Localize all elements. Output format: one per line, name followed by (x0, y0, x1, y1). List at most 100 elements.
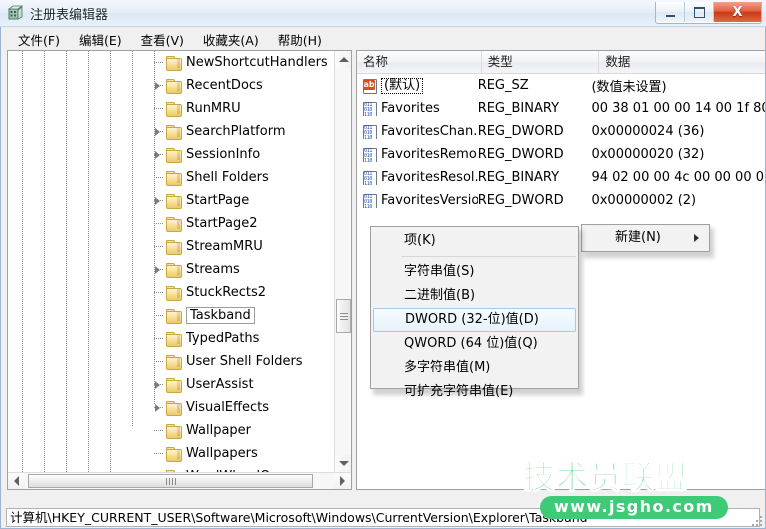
chevron-right-icon (155, 380, 160, 389)
close-button[interactable]: X (714, 2, 761, 22)
column-header-data[interactable]: 数据 (599, 51, 765, 73)
tree-item-user-shell-folders[interactable]: User Shell Folders (8, 350, 335, 373)
tree-scroll-left-button[interactable] (8, 473, 25, 489)
value-name-cell: 011010110 FavoritesRemo... (357, 147, 478, 162)
tree-item-newshortcuthandlers[interactable]: NewShortcutHandlers (8, 51, 335, 74)
minimize-button[interactable] (656, 2, 685, 22)
tree-horizontal-scrollbar[interactable] (8, 472, 351, 489)
tree-item-streams[interactable]: Streams (8, 258, 335, 281)
resize-grip-icon[interactable] (750, 514, 762, 526)
maximize-icon (693, 6, 705, 18)
table-row[interactable]: 011 010 110 FavoritesVersion REG_DWORD 0x0000… (357, 189, 765, 212)
table-row[interactable]: 011 010 110 Favorites REG_BINARY 00 38 01 00 … (357, 97, 765, 120)
tree-item-label: Streams (186, 262, 240, 277)
table-row[interactable]: 011 010 110 FavoritesChan... REG_DWORD 0x0000… (357, 120, 765, 143)
menu-edit[interactable]: 编辑(E) (70, 28, 132, 51)
submenu-item-4[interactable]: DWORD (32-位)值(D) (373, 308, 576, 332)
tree-item-recentdocs[interactable]: RecentDocs (8, 74, 335, 97)
tree-hscroll-thumb[interactable] (28, 474, 313, 488)
expand-toggle[interactable] (150, 120, 165, 143)
folder-icon (165, 216, 182, 232)
submenu-item-label: 字符串值(S) (404, 264, 475, 279)
menu-bar: 文件(F) 编辑(E) 查看(V) 收藏夹(A) 帮助(H) (1, 28, 765, 50)
value-name-cell: 011 010 110 FavoritesResol... (357, 170, 478, 185)
table-row[interactable]: 011 010 110 FavoritesResol... REG_BINARY 94 0… (357, 166, 765, 189)
tree-item-typedpaths[interactable]: TypedPaths (8, 327, 335, 350)
tree-item-label: Taskband (186, 307, 255, 324)
submenu-item-2[interactable]: 字符串值(S) (371, 260, 578, 284)
folder-icon (165, 400, 182, 416)
submenu-item-5[interactable]: QWORD (64 位)值(Q) (371, 332, 578, 356)
menu-file[interactable]: 文件(F) (9, 28, 70, 51)
tree-item-streammru[interactable]: StreamMRU (8, 235, 335, 258)
menu-help[interactable]: 帮助(H) (269, 28, 332, 51)
value-name-label: (默认) (381, 77, 424, 94)
chevron-right-icon (155, 403, 160, 412)
expand-toggle[interactable] (150, 143, 165, 166)
maximize-button[interactable] (685, 2, 714, 22)
value-type-cell: REG_DWORD (477, 124, 564, 139)
value-data-cell: (数值未设置) (591, 80, 667, 95)
tree-item-label: RunMRU (186, 101, 241, 116)
submenu-item-label: 二进制值(B) (404, 288, 476, 303)
submenu-item-3[interactable]: 二进制值(B) (371, 284, 578, 308)
expand-toggle[interactable] (150, 189, 165, 212)
tree-item-label: VisualEffects (186, 400, 269, 415)
tree-item-searchplatform[interactable]: SearchPlatform (8, 120, 335, 143)
tree-item-visualeffects[interactable]: VisualEffects (8, 396, 335, 419)
submenu-item-1[interactable]: 项(K) (371, 229, 578, 253)
value-name-cell: 011 010 110 FavoritesChan... (357, 124, 478, 139)
tree-scroll-down-button[interactable] (335, 455, 351, 472)
tree-item-sessioninfo[interactable]: SessionInfo (8, 143, 335, 166)
tree-scroll-right-button[interactable] (334, 473, 351, 489)
tree-item-userassist[interactable]: UserAssist (8, 373, 335, 396)
tree-item-label: TypedPaths (186, 331, 260, 346)
expand-toggle[interactable] (150, 74, 165, 97)
binary-value-icon: 011 010 110 (362, 170, 377, 185)
tree-scroll-thumb[interactable] (336, 299, 351, 333)
menu-favorites[interactable]: 收藏夹(A) (194, 28, 269, 51)
menu-view[interactable]: 查看(V) (132, 28, 194, 51)
tree-item-startpage[interactable]: StartPage (8, 189, 335, 212)
tree-item-label: RecentDocs (186, 78, 263, 93)
tree-item-shell-folders[interactable]: Shell Folders (8, 166, 335, 189)
submenu-item-label: DWORD (32-位)值(D) (405, 312, 539, 327)
registry-tree-pane[interactable]: NewShortcutHandlers RecentDocs RunMRU Searc… (7, 50, 352, 490)
submenu-arrow-icon (694, 234, 699, 242)
submenu-item-6[interactable]: 多字符串值(M) (371, 356, 578, 380)
table-row[interactable]: 011010110 FavoritesRemo...REG_DWORD 0x0000… (357, 143, 765, 166)
menu-separator (401, 256, 576, 257)
submenu-item-7[interactable]: 可扩充字符串值(E) (371, 380, 578, 404)
folder-icon (165, 239, 182, 255)
context-menu-item-new[interactable]: 新建(N) (582, 227, 709, 249)
tree-item-taskband[interactable]: Taskband (8, 304, 335, 327)
folder-icon (165, 170, 182, 186)
expand-toggle[interactable] (150, 396, 165, 419)
column-header-name[interactable]: 名称 (357, 51, 482, 73)
submenu-item-list: 项(K) 字符串值(S) 二进制值(B) DWORD (32-位)值(D) QWORD … (371, 229, 578, 404)
table-row[interactable]: ab (默认) REG_SZ (数值未设置) (357, 74, 765, 97)
tree-item-wallpaper[interactable]: Wallpaper (8, 419, 335, 442)
expand-toggle[interactable] (150, 373, 165, 396)
tree-vertical-scrollbar[interactable] (334, 51, 351, 472)
column-header-type[interactable]: 类型 (482, 51, 600, 73)
tree-item-startpage2[interactable]: StartPage2 (8, 212, 335, 235)
tree-item-wallpapers[interactable]: Wallpapers (8, 442, 335, 465)
value-name-cell: 011 010 110 Favorites (357, 101, 478, 116)
value-type-cell: REG_DWORD (477, 147, 564, 162)
tree-item-wordwheelquery[interactable]: WordWheelQuery (8, 465, 335, 472)
tree-scroll-up-button[interactable] (335, 51, 351, 68)
expand-toggle[interactable] (150, 258, 165, 281)
window-title: 注册表编辑器 (30, 8, 109, 23)
tree-item-stuckrects2[interactable]: StuckRects2 (8, 281, 335, 304)
chevron-right-icon (155, 150, 160, 159)
title-bar[interactable]: 注册表编辑器 X (0, 0, 766, 27)
tree-item-runmru[interactable]: RunMRU (8, 97, 335, 120)
value-data-cell: 0x00000002 (2) (591, 193, 697, 208)
